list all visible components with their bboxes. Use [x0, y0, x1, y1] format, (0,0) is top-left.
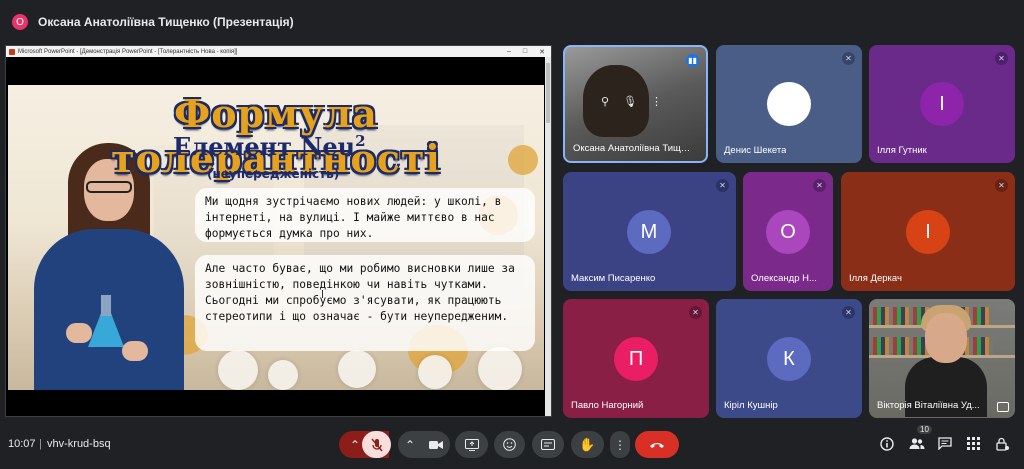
clock: 10:07 [8, 438, 36, 450]
ppt-scrollbar[interactable] [545, 57, 551, 416]
mic-off-icon: ✕ [995, 52, 1008, 65]
emoji-icon [503, 438, 516, 451]
raise-hand-button[interactable]: ✋ [571, 431, 604, 458]
mic-off-icon: ✕ [842, 306, 855, 319]
speech-bubble-2: Але часто буває, що ми робимо висновки л… [195, 255, 535, 351]
reactions-button[interactable] [494, 431, 525, 458]
participant-avatar: О [766, 210, 810, 254]
speech-bubble-1: Ми щодня зустрічаємо нових людей: у школ… [195, 188, 535, 242]
participant-tile[interactable]: П ✕ Павло Нагорний [563, 299, 709, 418]
participant-tile[interactable]: Вікторія Віталіївна Уд... [869, 299, 1015, 418]
more-vert-icon: ⋮ [614, 437, 626, 452]
slide-element-text: Елемент Neu [173, 132, 356, 161]
chevron-up-icon: ⌃ [349, 437, 361, 452]
participant-tile[interactable]: М ✕ Максим Писаренко [563, 172, 736, 291]
slide-element: Елемент Neu2 [173, 132, 366, 161]
maximize-icon: □ [522, 47, 528, 55]
meet-window: { "header": { "avatar_letter": "О", "tit… [0, 0, 1024, 469]
mic-off-icon: ✕ [689, 306, 702, 319]
mic-off-icon: ✕ [813, 179, 826, 192]
slide-element-sup: 2 [355, 132, 366, 150]
participant-avatar: К [767, 337, 811, 381]
participant-name: Ілля Деркач [849, 273, 902, 284]
leave-call-button[interactable] [635, 431, 679, 458]
chat-icon[interactable] [938, 437, 952, 450]
meeting-code: vhv-krud-bsq [47, 438, 111, 450]
mouse-cursor [322, 290, 327, 298]
participant-avatar: І [920, 82, 964, 126]
captions-button[interactable] [532, 431, 564, 458]
glasses-icon [86, 181, 132, 193]
apps-icon[interactable] [967, 437, 980, 450]
tile-tools: ⚲ 🎙 ⋮ [601, 95, 662, 108]
more-options-button[interactable]: ⋮ [610, 431, 630, 458]
raise-hand-icon: ✋ [579, 436, 596, 452]
mic-toggle-button[interactable] [362, 431, 391, 458]
present-button[interactable] [455, 431, 488, 458]
ppt-titlebar: Microsoft PowerPoint - [Демонстрація Pow… [6, 46, 551, 57]
video-options-button[interactable]: ⌃ [398, 431, 450, 458]
shared-screen[interactable]: Microsoft PowerPoint - [Демонстрація Pow… [5, 45, 552, 417]
participant-tile[interactable]: О ✕ Олександр Н... [743, 172, 833, 291]
participant-name: Вікторія Віталіївна Уд... [877, 400, 980, 411]
ppt-window-title: Microsoft PowerPoint - [Демонстрація Pow… [18, 48, 238, 55]
people-icon[interactable] [909, 437, 925, 450]
speaking-icon: ▮▮ [686, 54, 699, 67]
separator: | [39, 438, 42, 450]
mic-off-icon: ✕ [995, 179, 1008, 192]
participant-tile[interactable]: ✕ Денис Шекета [716, 45, 862, 163]
chevron-up-icon: ⌃ [404, 437, 416, 452]
slide-subtitle: (неупередженість) [207, 167, 340, 181]
present-icon [464, 438, 479, 451]
participant-tile[interactable]: І ✕ Ілля Гутник [869, 45, 1015, 163]
participant-avatar: П [614, 337, 658, 381]
presenter-title: Оксана Анатоліївна Тищенко (Презентація) [38, 15, 294, 29]
presenter-avatar: О [12, 14, 28, 30]
mic-icon[interactable]: 🎙 [623, 95, 637, 108]
mic-off-icon: ✕ [842, 52, 855, 65]
participant-tile[interactable]: ⚲ 🎙 ⋮ ▮▮ Оксана Анатоліївна Тищенко [563, 45, 708, 163]
people-count-badge: 10 [917, 425, 932, 434]
participant-name: Кірiл Кушнір [724, 400, 778, 411]
participant-tile[interactable]: К ✕ Кірiл Кушнір [716, 299, 862, 418]
meeting-controls: 10:07 | vhv-krud-bsq ⌃ ⌃ ✋ ⋮ 10 [0, 425, 1024, 465]
hangup-icon [650, 442, 664, 448]
presentation-header: О Оксана Анатоліївна Тищенко (Презентаці… [0, 8, 1020, 36]
camera-icon [429, 440, 444, 449]
fullscreen-icon[interactable] [997, 402, 1009, 412]
participant-name: Денис Шекета [724, 145, 787, 156]
host-controls-icon[interactable] [996, 437, 1009, 451]
captions-icon [541, 439, 555, 450]
participant-name: Оксана Анатоліївна Тищенко [573, 143, 693, 154]
window-buttons: – □ ✕ [507, 48, 551, 56]
more-vert-icon[interactable]: ⋮ [651, 95, 662, 108]
powerpoint-icon [9, 48, 15, 55]
participant-avatar [767, 82, 811, 126]
mic-off-icon [370, 438, 383, 451]
info-icon[interactable] [880, 437, 894, 451]
close-icon: ✕ [539, 48, 545, 56]
slide: Формула толерантності Елемент Neu2 (неуп… [8, 85, 544, 390]
participant-avatar: М [627, 210, 671, 254]
pin-icon[interactable]: ⚲ [601, 95, 609, 108]
participant-tile[interactable]: І ✕ Ілля Деркач [841, 172, 1015, 291]
participant-name: Максим Писаренко [571, 273, 656, 284]
participant-name: Олександр Н... [751, 273, 817, 284]
participant-avatar: І [906, 210, 950, 254]
participant-name: Ілля Гутник [877, 145, 927, 156]
participant-name: Павло Нагорний [571, 400, 644, 411]
minimize-icon: – [506, 47, 511, 55]
presenter-chip: О Оксана Анатоліївна Тищенко (Презентаці… [6, 9, 294, 35]
mic-off-icon: ✕ [716, 179, 729, 192]
